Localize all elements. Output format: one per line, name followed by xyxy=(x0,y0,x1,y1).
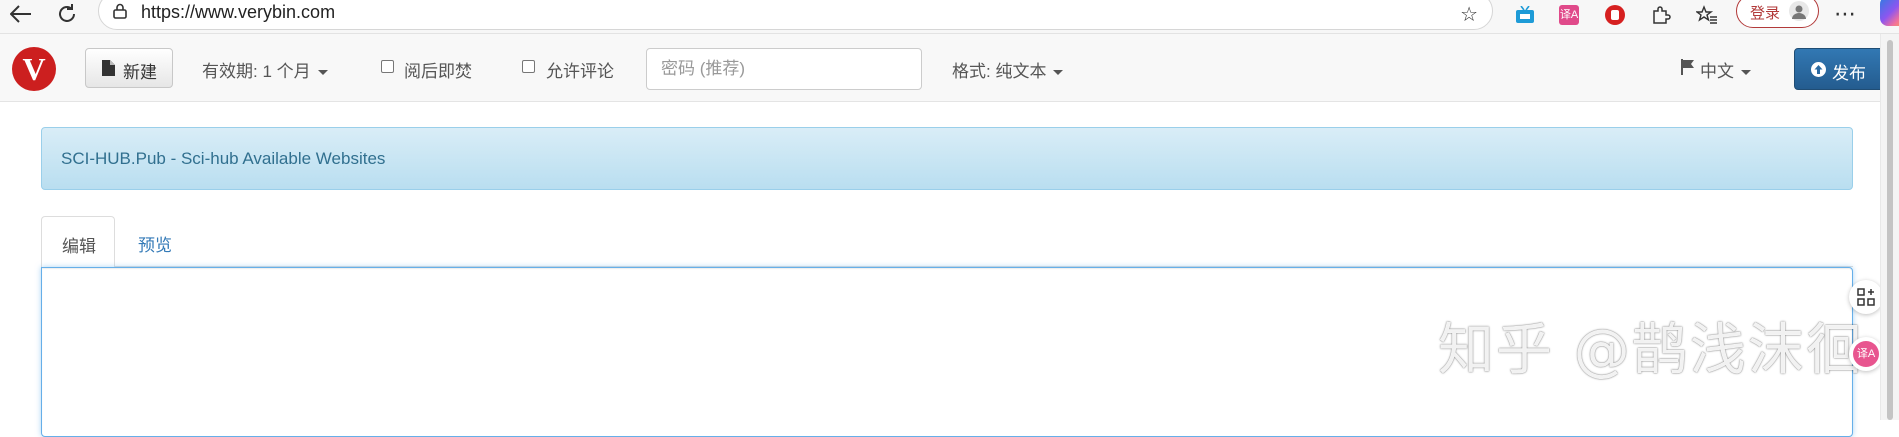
favorites-list-icon[interactable] xyxy=(1694,2,1720,28)
caret-down-icon xyxy=(1053,70,1064,76)
watermark-text: 知乎 @鹊浅沫徊 xyxy=(1438,318,1864,383)
page-scrollbar[interactable] xyxy=(1880,34,1899,420)
info-alert: SCI-HUB.Pub - Sci-hub Available Websites xyxy=(41,127,1853,190)
password-input[interactable] xyxy=(646,48,922,90)
translate-icon: 译A xyxy=(1853,341,1879,367)
caret-down-icon xyxy=(317,70,328,76)
translate-extension-icon[interactable]: 译A xyxy=(1556,2,1582,28)
publish-button[interactable]: 发布 xyxy=(1794,48,1884,90)
tv-extension-icon[interactable] xyxy=(1512,2,1538,28)
new-button[interactable]: 新建 xyxy=(85,48,173,88)
refresh-icon[interactable] xyxy=(50,0,84,28)
alert-link[interactable]: SCI-HUB.Pub - Sci-hub Available Websites xyxy=(61,149,385,169)
tab-edit[interactable]: 编辑 xyxy=(41,216,115,267)
scrollbar-thumb[interactable] xyxy=(1887,40,1893,420)
apps-grid-icon[interactable] xyxy=(1849,280,1883,314)
stop-hand-extension-icon[interactable] xyxy=(1602,2,1628,28)
site-navbar: V 新建 有效期: 1 个月 阅后即焚 允许评论 格式: 纯文本 中文 发布 xyxy=(0,34,1884,102)
login-button[interactable]: 登录 xyxy=(1736,0,1819,28)
copilot-icon[interactable] xyxy=(1880,0,1899,26)
back-icon[interactable] xyxy=(4,0,38,28)
flag-icon xyxy=(1681,59,1695,80)
allow-comments-checkbox[interactable] xyxy=(522,60,535,73)
address-bar[interactable]: https://www.verybin.com ☆ xyxy=(98,0,1493,30)
expiry-dropdown[interactable]: 有效期: 1 个月 xyxy=(202,57,328,82)
avatar xyxy=(1789,1,1809,21)
language-label: 中文 xyxy=(1700,62,1734,81)
publish-button-label: 发布 xyxy=(1832,64,1866,83)
format-label: 格式: 纯文本 xyxy=(952,62,1047,81)
more-menu-icon[interactable]: ⋯ xyxy=(1834,1,1857,27)
allow-comments-label[interactable]: 允许评论 xyxy=(546,57,614,82)
url-text[interactable]: https://www.verybin.com xyxy=(141,2,335,23)
burn-after-reading-label[interactable]: 阅后即焚 xyxy=(404,57,472,82)
browser-toolbar: https://www.verybin.com ☆ 译A 登录 ⋯ xyxy=(0,0,1899,34)
tab-edit-label: 编辑 xyxy=(62,237,96,256)
burn-after-reading-checkbox[interactable] xyxy=(381,60,394,73)
tab-preview[interactable]: 预览 xyxy=(122,216,196,267)
language-dropdown[interactable]: 中文 xyxy=(1700,57,1751,82)
file-icon xyxy=(102,60,115,81)
caret-down-icon xyxy=(1741,70,1751,76)
format-dropdown[interactable]: 格式: 纯文本 xyxy=(952,57,1064,82)
extensions-puzzle-icon[interactable] xyxy=(1648,2,1674,28)
login-label: 登录 xyxy=(1750,5,1781,22)
tab-preview-label: 预览 xyxy=(138,236,172,255)
lock-icon[interactable] xyxy=(113,3,127,24)
upload-circle-icon xyxy=(1810,61,1827,83)
expiry-label: 有效期: 1 个月 xyxy=(202,62,311,81)
favorite-star-icon[interactable]: ☆ xyxy=(1460,2,1478,27)
new-button-label: 新建 xyxy=(123,63,157,82)
floating-translate-button[interactable]: 译A xyxy=(1849,337,1883,371)
site-logo[interactable]: V xyxy=(12,47,56,91)
